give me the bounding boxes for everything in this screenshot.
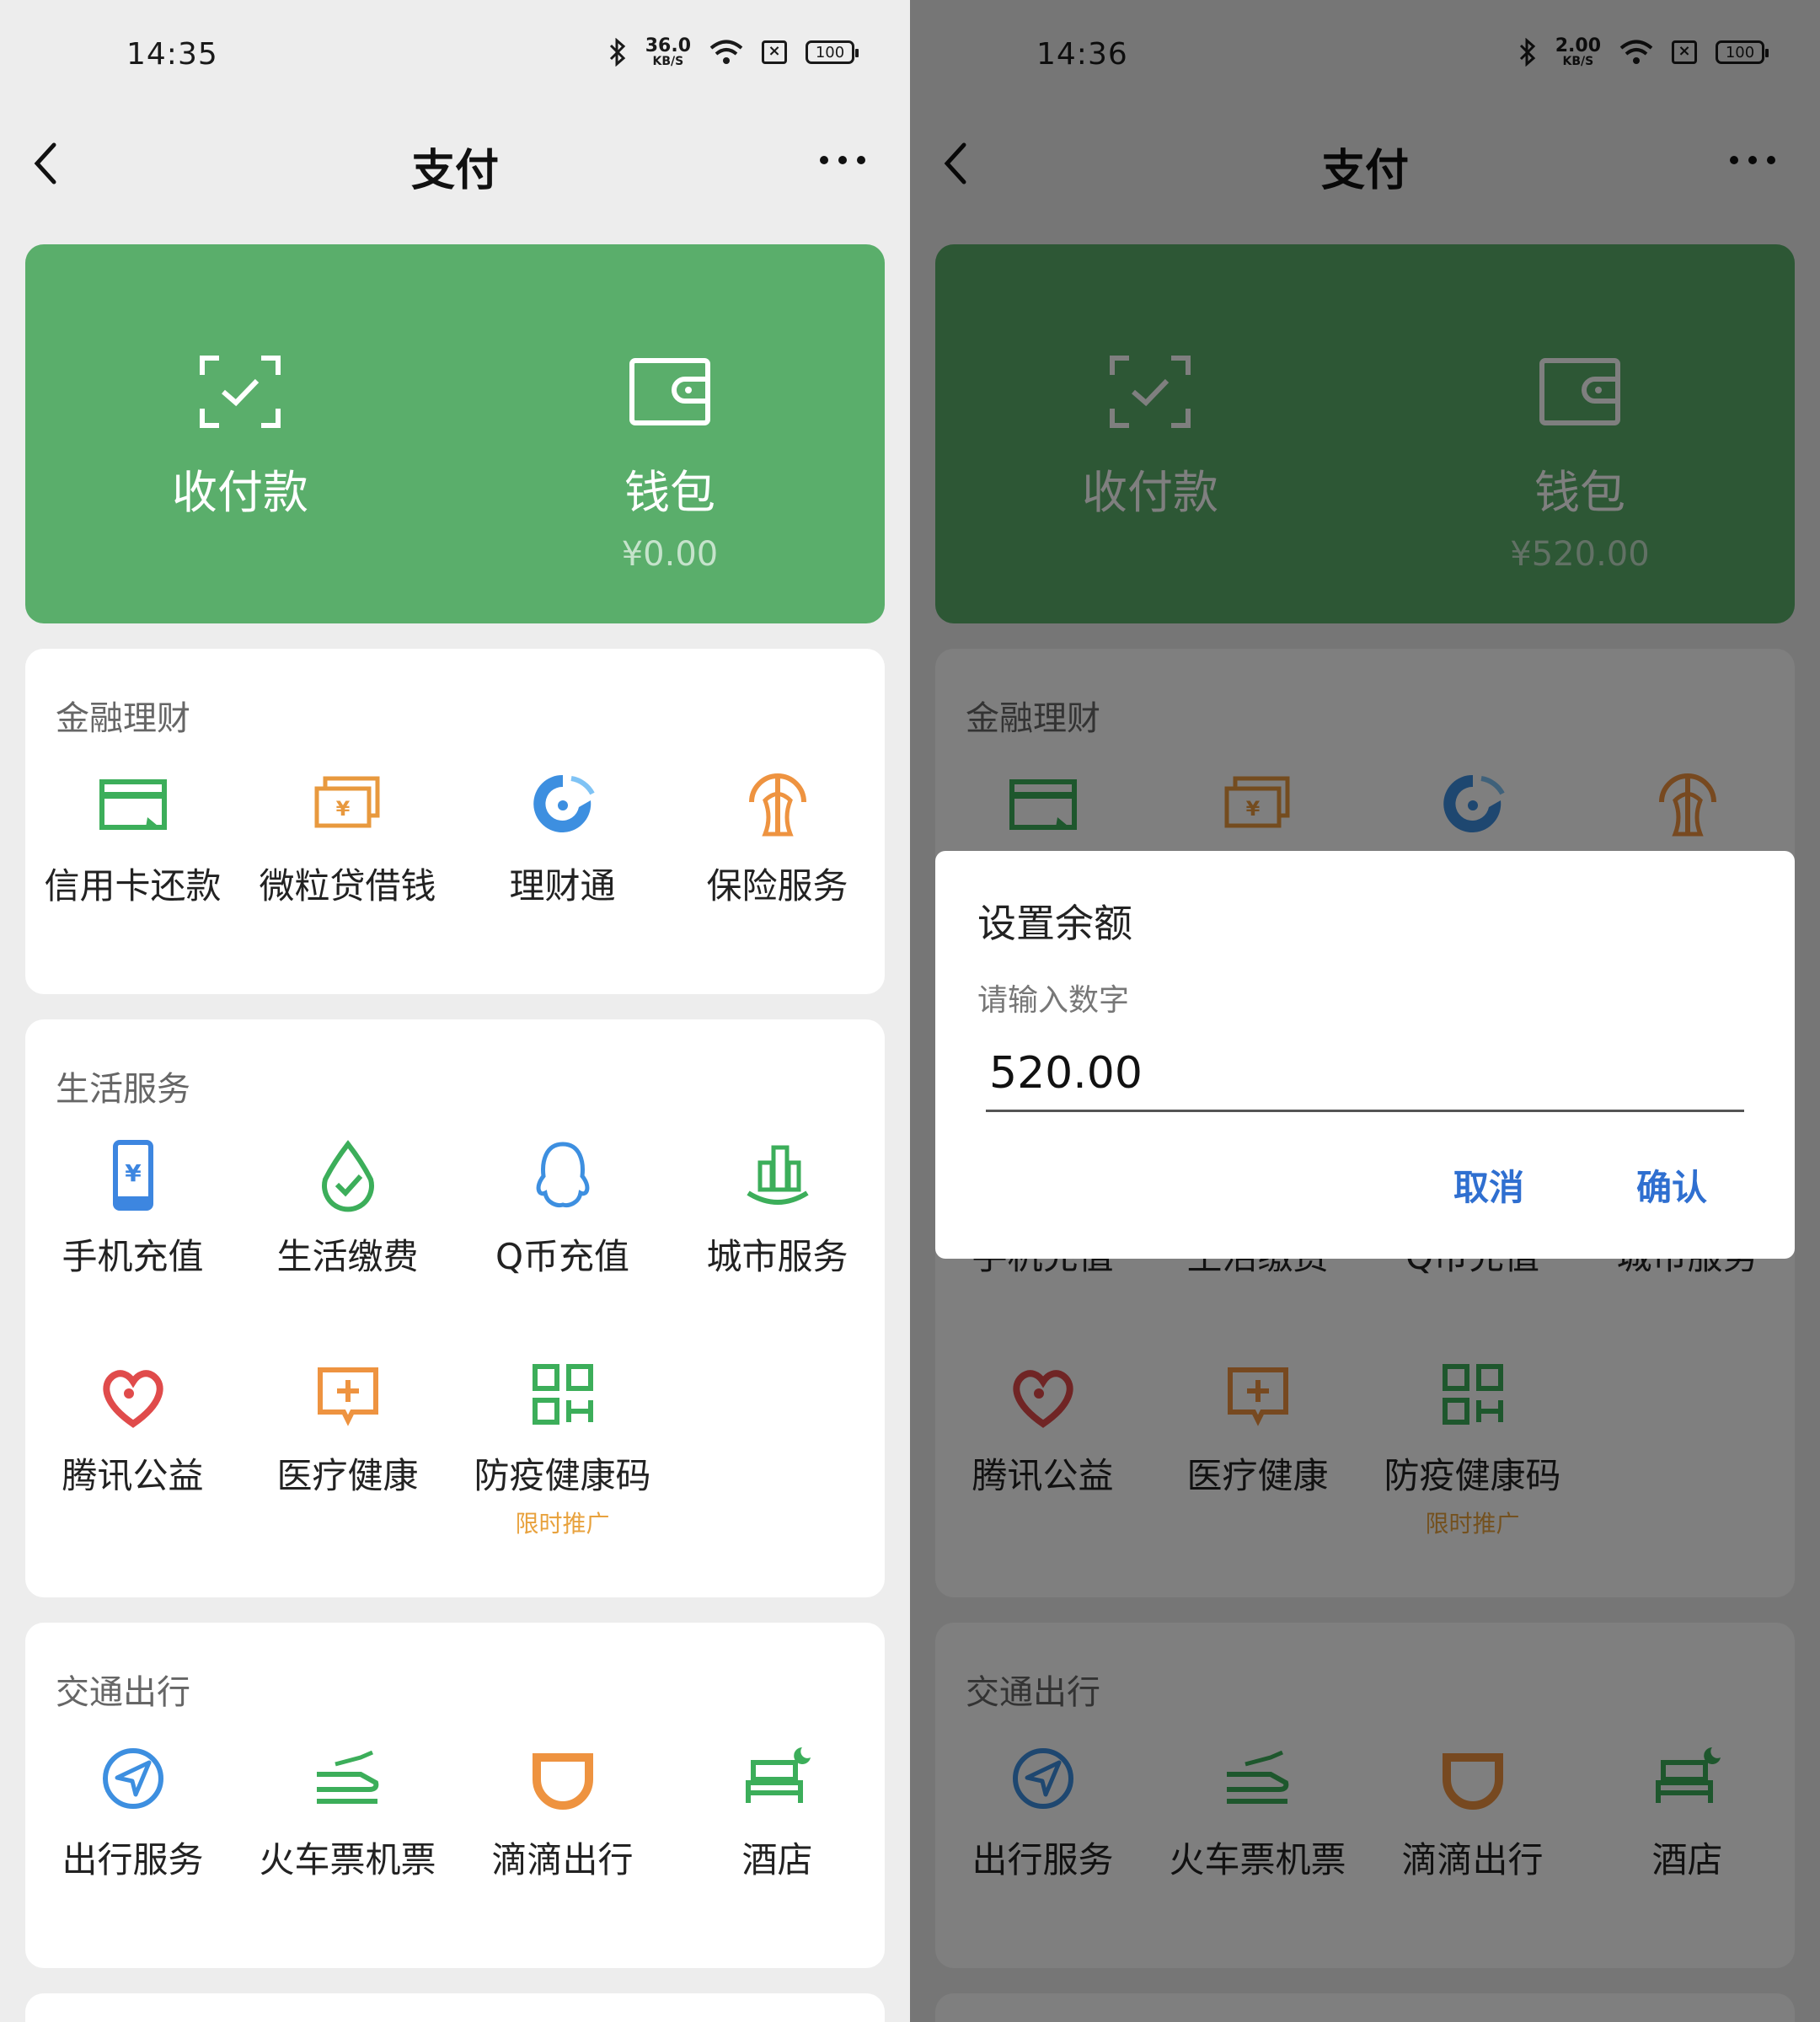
sim-icon: × [762, 40, 787, 64]
wallet-button[interactable]: 钱包 ¥0.00 [455, 244, 885, 623]
tile-health-code[interactable]: 防疫健康码 限时推广 [455, 1356, 670, 1539]
tile-train-plane[interactable]: 火车票机票 [240, 1741, 455, 1883]
wallet-amount: ¥0.00 [621, 535, 719, 574]
svg-text:¥: ¥ [125, 1159, 142, 1187]
credit-card-icon [99, 779, 167, 830]
balance-input[interactable] [986, 1036, 1744, 1112]
medical-icon [317, 1367, 378, 1426]
dialog-hint: 请输入数字 [977, 983, 1130, 1018]
tile-insurance[interactable]: 保险服务 [670, 767, 885, 909]
didi-icon [532, 1753, 593, 1810]
page-title: 支付 [410, 146, 499, 196]
status-time: 14:35 [126, 37, 218, 72]
tile-city-service[interactable]: 城市服务 [670, 1137, 885, 1280]
tile-didi[interactable]: 滴滴出行 [455, 1741, 670, 1883]
finance-card: 金融理财 信用卡还款 ¥ 微粒贷借钱 理财通 保险服务 [25, 649, 885, 994]
tile-qq-coin[interactable]: Q币充值 [455, 1137, 670, 1280]
travel-icon [102, 1748, 163, 1809]
network-speed: 36.0 KB/S [645, 35, 691, 68]
hotel-icon [745, 1747, 811, 1803]
nav-bar: 支付 [0, 118, 910, 211]
hero-card: 收付款 钱包 ¥0.00 [25, 244, 885, 623]
tile-wealth[interactable]: 理财通 [455, 767, 670, 909]
wealth-icon [533, 774, 595, 832]
set-balance-dialog: 设置余额 请输入数字 取消 确认 [935, 851, 1795, 1259]
health-code-icon [532, 1364, 593, 1425]
dialog-title: 设置余额 [977, 901, 1132, 946]
tile-hotel[interactable]: 酒店 [670, 1741, 885, 1883]
cancel-button[interactable]: 取消 [1453, 1159, 1524, 1211]
phone-topup-icon: ¥ [112, 1140, 153, 1211]
tile-medical[interactable]: 医疗健康 [240, 1356, 455, 1499]
train-plane-icon [316, 1750, 378, 1804]
tile-bill-pay[interactable]: 生活缴费 [240, 1137, 455, 1280]
charity-icon [102, 1370, 163, 1428]
scan-check-icon [200, 356, 281, 428]
insurance-icon [748, 773, 806, 837]
svg-text:¥: ¥ [335, 797, 350, 821]
next-card [25, 1993, 885, 2022]
right-screen: 14:36 2.00 KB/S × 100 支付 收付款 钱包 ¥520.00 … [910, 0, 1820, 2022]
tile-credit-card[interactable]: 信用卡还款 [25, 767, 240, 909]
section-title: 交通出行 [56, 1673, 190, 1712]
life-card: 生活服务 ¥ 手机充值 生活缴费 Q币充值 城市服务 腾讯公益 医疗健康 防疫健… [25, 1019, 885, 1597]
bill-pay-icon [321, 1140, 374, 1212]
left-screen: 14:35 36.0 KB/S × 100 支付 收付款 钱包 ¥0.00 金融 [0, 0, 910, 2022]
wallet-label: 钱包 [624, 466, 715, 519]
qq-coin-icon [536, 1142, 589, 1207]
bluetooth-icon [609, 38, 625, 67]
city-service-icon [746, 1145, 809, 1205]
battery-icon: 100 [806, 40, 859, 64]
tile-charity[interactable]: 腾讯公益 [25, 1356, 240, 1499]
section-title: 生活服务 [56, 1070, 190, 1109]
collect-pay-label: 收付款 [172, 466, 308, 519]
tile-phone-topup[interactable]: ¥ 手机充值 [25, 1137, 240, 1280]
collect-pay-button[interactable]: 收付款 [25, 244, 455, 623]
tile-travel[interactable]: 出行服务 [25, 1741, 240, 1883]
loan-icon: ¥ [314, 776, 379, 828]
wifi-icon [709, 40, 743, 64]
tile-loan[interactable]: ¥ 微粒贷借钱 [240, 767, 455, 909]
transport-card: 交通出行 出行服务 火车票机票 滴滴出行 酒店 [25, 1623, 885, 1968]
confirm-button[interactable]: 确认 [1636, 1159, 1707, 1211]
status-bar: 14:35 36.0 KB/S × 100 [0, 0, 910, 118]
more-icon[interactable] [817, 152, 868, 168]
wallet-icon [629, 358, 710, 425]
section-title: 金融理财 [56, 699, 190, 738]
promo-badge: 限时推广 [515, 1510, 610, 1538]
